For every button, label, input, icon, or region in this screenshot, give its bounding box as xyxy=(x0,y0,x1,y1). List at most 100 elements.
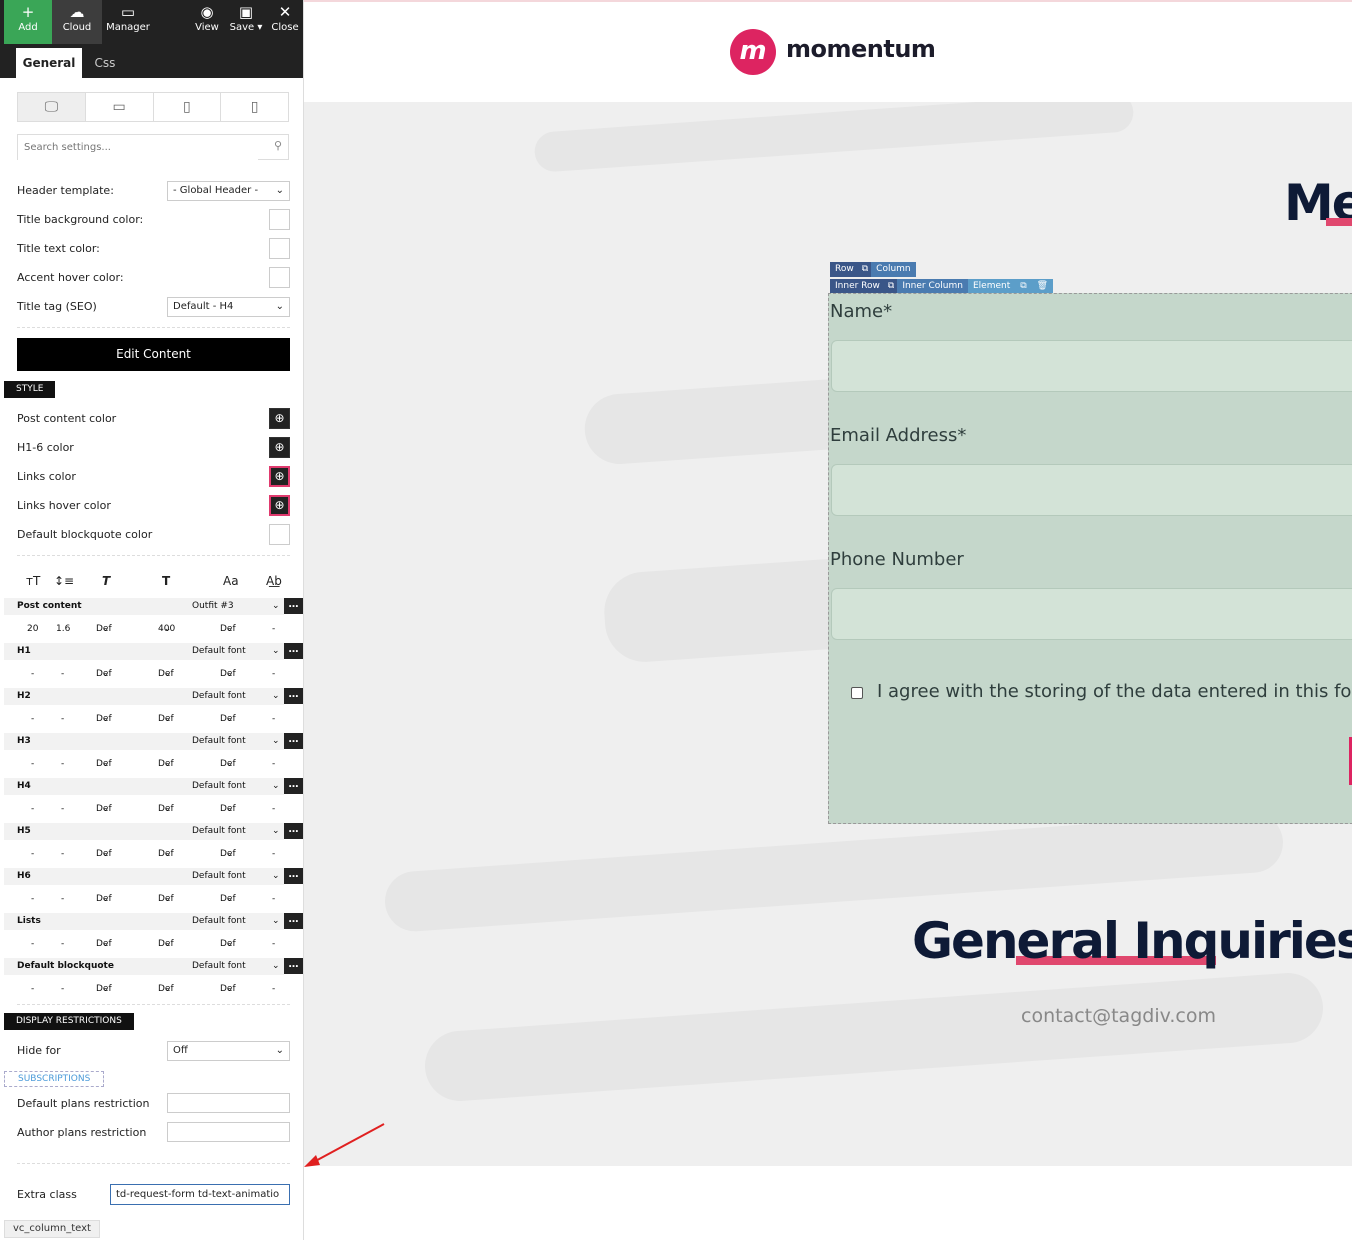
text-transform-select[interactable]: Def ⌄ xyxy=(220,621,236,637)
more-options-button[interactable]: … xyxy=(284,913,303,929)
letter-spacing-value[interactable]: - xyxy=(272,981,275,997)
letter-spacing-value[interactable]: - xyxy=(272,891,275,907)
inner-row-label-button[interactable]: Inner Row xyxy=(830,279,885,294)
typo-head-default-blockquote[interactable]: Default blockquote Default font ⌄ xyxy=(4,958,284,975)
letter-spacing-value[interactable]: - xyxy=(272,621,275,637)
letter-spacing-value[interactable]: - xyxy=(272,666,275,682)
title-tag-select[interactable]: Default - H4 ⌄ xyxy=(167,297,290,317)
typo-head-post-content[interactable]: Post content Outfit #3 ⌄ xyxy=(4,598,284,615)
typo-head-h5[interactable]: H5 Default font ⌄ xyxy=(4,823,284,840)
hide-for-select[interactable]: Off ⌄ xyxy=(167,1041,290,1061)
post-content-color-global-swatch[interactable]: ⊕ xyxy=(269,408,290,429)
tab-general[interactable]: General xyxy=(16,48,82,78)
line-height-value[interactable]: - xyxy=(61,756,64,772)
default-plans-input[interactable] xyxy=(167,1093,290,1113)
text-transform-select[interactable]: Def ⌄ xyxy=(220,711,236,727)
h16-color-global-swatch[interactable]: ⊕ xyxy=(269,437,290,458)
header-template-select[interactable]: - Global Header - ⌄ xyxy=(167,181,290,201)
font-style-select[interactable]: Def ⌄ xyxy=(96,756,112,772)
font-style-select[interactable]: Def ⌄ xyxy=(96,981,112,997)
more-options-button[interactable]: … xyxy=(284,598,303,614)
font-weight-select[interactable]: 400 ⌄ xyxy=(158,621,175,637)
typo-head-h4[interactable]: H4 Default font ⌄ xyxy=(4,778,284,795)
row-label-button[interactable]: Row xyxy=(830,262,859,277)
text-transform-select[interactable]: Def ⌄ xyxy=(220,756,236,772)
more-options-button[interactable]: … xyxy=(284,643,303,659)
typo-head-lists[interactable]: Lists Default font ⌄ xyxy=(4,913,284,930)
column-label-button[interactable]: Column xyxy=(871,262,916,277)
element-label-button[interactable]: Element xyxy=(967,279,1016,294)
font-style-select[interactable]: Def ⌄ xyxy=(96,666,112,682)
font-weight-select[interactable]: Def ⌄ xyxy=(158,891,174,907)
accent-hover-color-swatch[interactable] xyxy=(269,267,290,288)
copy-icon[interactable]: ⧉ xyxy=(858,262,872,277)
font-size-value[interactable]: - xyxy=(31,756,34,772)
line-height-value[interactable]: - xyxy=(61,666,64,682)
font-size-value[interactable]: - xyxy=(31,936,34,952)
agree-checkbox[interactable] xyxy=(851,687,863,699)
typo-head-h2[interactable]: H2 Default font ⌄ xyxy=(4,688,284,705)
font-weight-select[interactable]: Def ⌄ xyxy=(158,981,174,997)
search-icon[interactable]: ⚲ xyxy=(274,139,282,152)
blockquote-color-swatch[interactable] xyxy=(269,524,290,545)
title-text-color-swatch[interactable] xyxy=(269,238,290,259)
phone-input[interactable] xyxy=(831,588,1352,640)
text-transform-select[interactable]: Def ⌄ xyxy=(220,846,236,862)
font-weight-select[interactable]: Def ⌄ xyxy=(158,711,174,727)
line-height-value[interactable]: - xyxy=(61,981,64,997)
letter-spacing-value[interactable]: - xyxy=(272,756,275,772)
extra-class-input[interactable]: td-request-form td-text-animatio xyxy=(110,1184,290,1205)
portrait-tablet-device-button[interactable]: ▯ xyxy=(154,93,222,121)
phone-device-button[interactable]: ▯ xyxy=(221,93,288,121)
typo-head-h3[interactable]: H3 Default font ⌄ xyxy=(4,733,284,750)
tab-css[interactable]: Css xyxy=(82,48,128,78)
trash-icon[interactable]: 🗑 xyxy=(1031,279,1054,294)
font-size-value[interactable]: - xyxy=(31,891,34,907)
desktop-device-button[interactable]: 🖵 xyxy=(18,93,86,121)
links-color-global-swatch[interactable]: ⊕ xyxy=(269,466,290,487)
letter-spacing-value[interactable]: - xyxy=(272,846,275,862)
text-transform-select[interactable]: Def ⌄ xyxy=(220,891,236,907)
font-weight-select[interactable]: Def ⌄ xyxy=(158,936,174,952)
email-input[interactable] xyxy=(831,464,1352,516)
font-style-select[interactable]: Def ⌄ xyxy=(96,891,112,907)
name-input[interactable] xyxy=(831,340,1352,392)
links-hover-color-global-swatch[interactable]: ⊕ xyxy=(269,495,290,516)
font-weight-select[interactable]: Def ⌄ xyxy=(158,666,174,682)
font-size-value[interactable]: - xyxy=(31,666,34,682)
text-transform-select[interactable]: Def ⌄ xyxy=(220,666,236,682)
contact-email-link[interactable]: contact@tagdiv.com xyxy=(1021,1005,1216,1027)
more-options-button[interactable]: … xyxy=(284,733,303,749)
close-button[interactable]: ✕ Close xyxy=(268,0,302,44)
font-style-select[interactable]: Def ⌄ xyxy=(96,801,112,817)
line-height-value[interactable]: - xyxy=(61,711,64,727)
font-size-value[interactable]: - xyxy=(31,981,34,997)
line-height-value[interactable]: - xyxy=(61,891,64,907)
search-input[interactable] xyxy=(18,135,258,160)
title-bg-color-swatch[interactable] xyxy=(269,209,290,230)
font-style-select[interactable]: Def ⌄ xyxy=(96,846,112,862)
font-weight-select[interactable]: Def ⌄ xyxy=(158,846,174,862)
font-size-value[interactable]: - xyxy=(31,846,34,862)
typo-head-h6[interactable]: H6 Default font ⌄ xyxy=(4,868,284,885)
copy-icon[interactable]: ⧉ xyxy=(884,279,898,294)
typo-head-h1[interactable]: H1 Default font ⌄ xyxy=(4,643,284,660)
cloud-button[interactable]: ☁ Cloud xyxy=(52,0,102,44)
font-size-value[interactable]: 20 xyxy=(27,621,38,637)
more-options-button[interactable]: … xyxy=(284,823,303,839)
text-transform-select[interactable]: Def ⌄ xyxy=(220,981,236,997)
save-button[interactable]: ▣ Save ▾ xyxy=(227,0,265,44)
font-style-select[interactable]: Def ⌄ xyxy=(96,621,112,637)
text-transform-select[interactable]: Def ⌄ xyxy=(220,801,236,817)
text-transform-select[interactable]: Def ⌄ xyxy=(220,936,236,952)
more-options-button[interactable]: … xyxy=(284,958,303,974)
add-button[interactable]: + Add xyxy=(4,0,52,44)
more-options-button[interactable]: … xyxy=(284,868,303,884)
line-height-value[interactable]: - xyxy=(61,801,64,817)
line-height-value[interactable]: 1.6 xyxy=(56,621,70,637)
letter-spacing-value[interactable]: - xyxy=(272,936,275,952)
font-size-value[interactable]: - xyxy=(31,801,34,817)
font-weight-select[interactable]: Def ⌄ xyxy=(158,756,174,772)
letter-spacing-value[interactable]: - xyxy=(272,801,275,817)
more-options-button[interactable]: … xyxy=(284,778,303,794)
